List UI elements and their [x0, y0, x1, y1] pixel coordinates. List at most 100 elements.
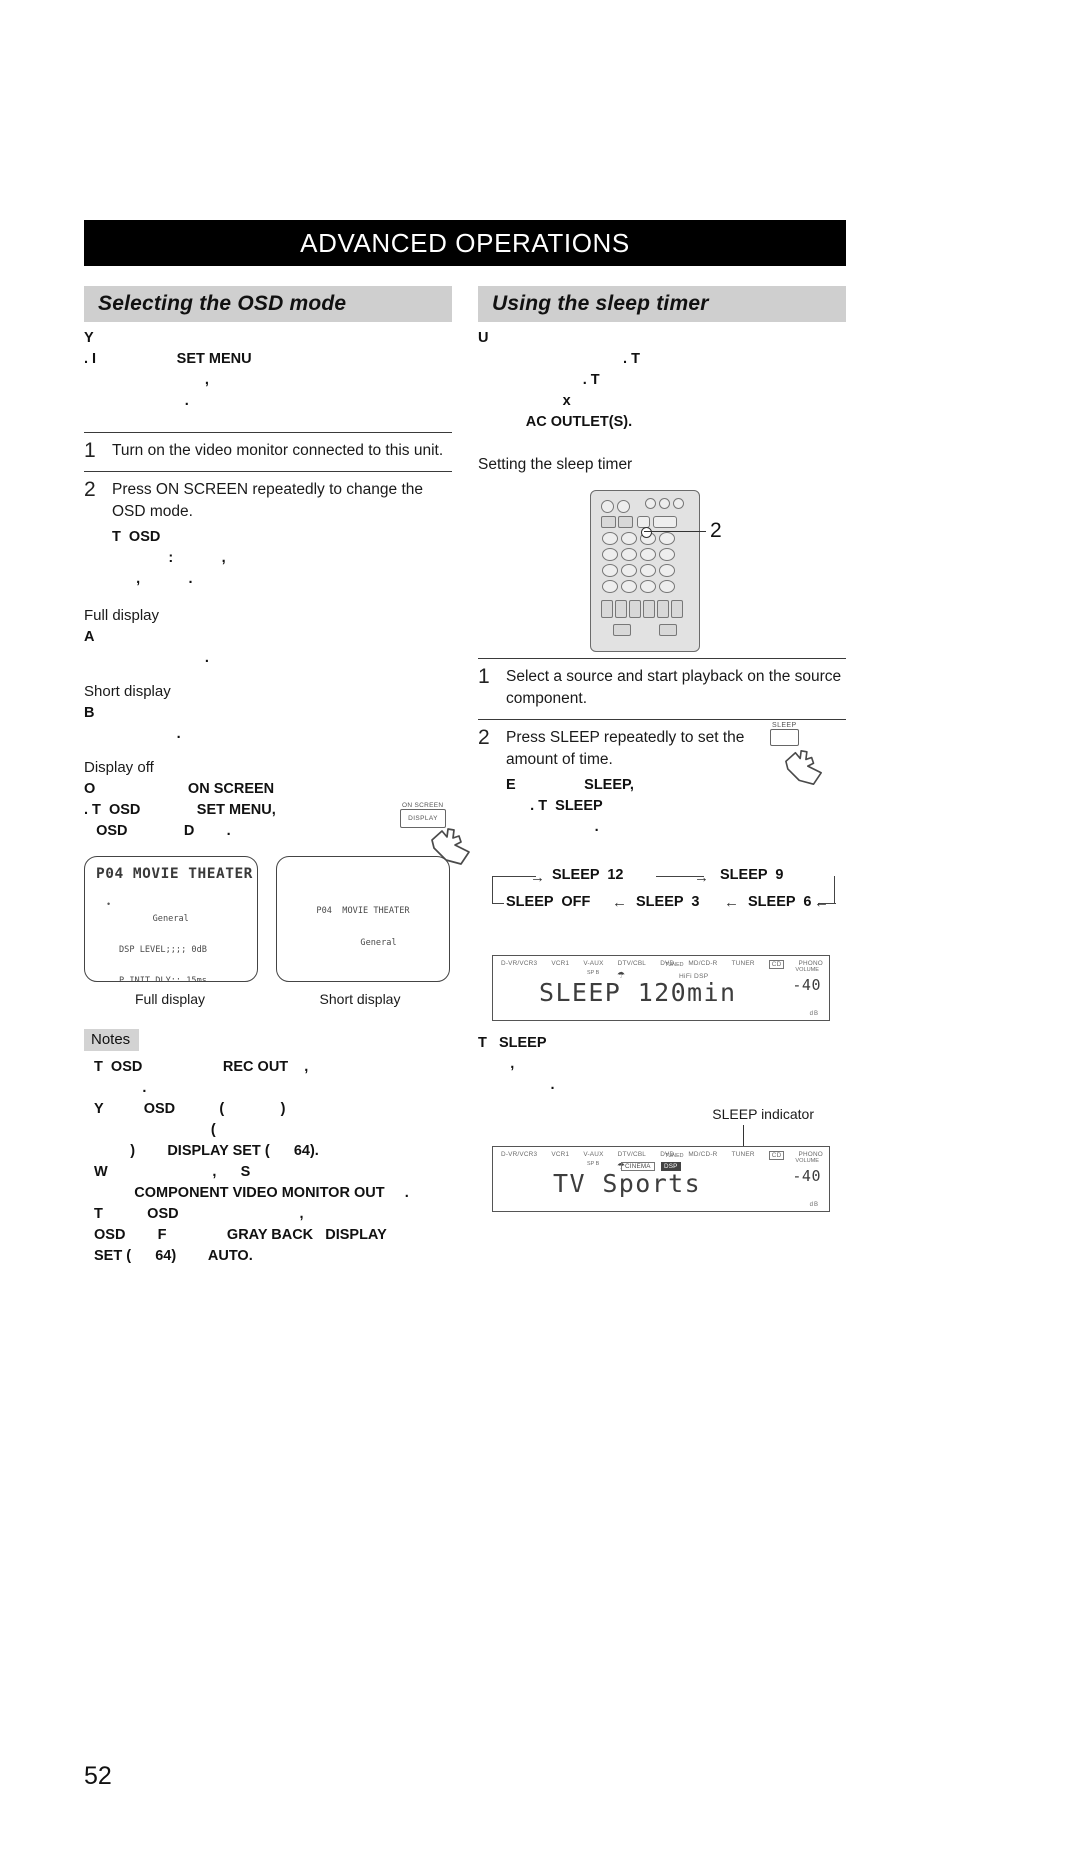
- on-screen-button-caption: ON SCREEN: [402, 802, 444, 809]
- after-fl-frag-1: ,: [478, 1056, 515, 1072]
- remote-button: [640, 548, 656, 561]
- left-step-1-number: 1: [84, 439, 96, 462]
- fl-source-7: CD: [768, 960, 785, 969]
- right-intro-line-2: . T: [478, 372, 600, 388]
- right-intro-line-1: . T: [478, 351, 640, 367]
- left-step-1-text: Turn on the video monitor connected to t…: [112, 442, 444, 459]
- note-line-2: Y OSD ( ): [94, 1101, 286, 1117]
- remote-button: [671, 600, 683, 618]
- right-intro-line-3: x: [478, 393, 571, 409]
- osd-short-line-1: General: [329, 938, 397, 949]
- fl-tv-sp-label: SP B: [587, 1161, 600, 1167]
- remote-button: [601, 516, 616, 528]
- fl-sleep-volume-label: VOLUME: [795, 967, 819, 973]
- fl-sleep-db-label: dB: [809, 1011, 819, 1017]
- remote-button: [659, 564, 675, 577]
- cycle-bottom-2: SLEEP 6: [748, 894, 812, 910]
- after-fl-frag-2: .: [478, 1077, 555, 1093]
- mode-full-frag-1: .: [84, 650, 209, 666]
- remote-button: [602, 548, 618, 561]
- fl-tv-volume-value: -40: [792, 1167, 821, 1185]
- remote-button: [601, 500, 614, 513]
- osd-full-row-1: DSP LEVEL;;;; 0dB: [119, 945, 207, 956]
- fl-source-3: DTV/CBL: [617, 960, 647, 967]
- left-intro: Y . I SET MENU , .: [84, 328, 456, 432]
- remote-button: [643, 600, 655, 618]
- note-line-1: .: [94, 1080, 147, 1096]
- fl-sleep-tuned-label: TUNED: [665, 962, 684, 968]
- right-intro-line-4: AC OUTLET(S).: [478, 414, 633, 430]
- fl-tv-source-0: D-VR/VCR3: [501, 1151, 538, 1158]
- osd-screen-full: P04 MOVIE THEATER • General DSP LEVEL;;;…: [84, 856, 258, 982]
- right-step-1-text: Select a source and start playback on th…: [506, 668, 842, 707]
- sleep-key-illustration: SLEEP: [766, 722, 844, 788]
- section-banner: ADVANCED OPERATIONS: [84, 220, 846, 266]
- after-fl-frag-0: T SLEEP: [478, 1035, 547, 1051]
- remote-button: [618, 516, 633, 528]
- fl-tv-volume-label: VOLUME: [795, 1158, 819, 1164]
- fl-sleep-source-labels: D-VR/VCR3 VCR1 V-AUX DTV/CBL DVD MD/CD-R…: [501, 960, 823, 969]
- right-column: U . T . T x AC OUTLET(S). Setting the sl…: [478, 328, 850, 1212]
- remote-button: [621, 548, 637, 561]
- fl-tv-main-text: TV Sports: [553, 1169, 702, 1198]
- sleep-key-box: [770, 729, 799, 746]
- sleep-cycle-diagram: → SLEEP 12 → SLEEP 9 SLEEP OFF ← SLEEP 3…: [478, 863, 850, 939]
- right-step-1-number: 1: [478, 665, 490, 688]
- fl-tv-source-6: TUNER: [731, 1151, 755, 1158]
- note-line-8: OSD F GRAY BACK DISPLAY: [94, 1227, 387, 1243]
- fl-source-5: MD/CD-R: [688, 960, 718, 967]
- fl-tv-db-label: dB: [809, 1202, 819, 1208]
- remote-button: [637, 516, 650, 528]
- fl-sleep-sp-label: SP B: [587, 970, 600, 976]
- right-heading-text: Using the sleep timer: [492, 292, 709, 315]
- right-step-2: 2 Press SLEEP repeatedly to set the amou…: [478, 720, 850, 847]
- remote-body: [590, 490, 700, 652]
- right-step-2-text: Press SLEEP repeatedly to set the amount…: [506, 729, 745, 768]
- osd-short-line-0: P04 MOVIE THEATER: [316, 906, 410, 917]
- fl-tv-tuned-label: TUNED: [665, 1153, 684, 1159]
- left-step2-frag-2: , .: [112, 571, 193, 587]
- fl-tv-source-2: V-AUX: [583, 1151, 604, 1158]
- fl-sleep-main-text: SLEEP 120min: [539, 978, 737, 1007]
- osd-screen-short: P04 MOVIE THEATER General: [276, 856, 450, 982]
- remote-button: [602, 564, 618, 577]
- cycle-top-0: SLEEP 12: [552, 867, 624, 883]
- left-step-1: 1 Turn on the video monitor connected to…: [84, 433, 456, 471]
- osd-short-lines: P04 MOVIE THEATER General: [277, 885, 449, 970]
- mode-short-display-label: Short display: [84, 683, 171, 700]
- osd-full-rows: General DSP LEVEL;;;; 0dB P.INIT.DLY;; 1…: [119, 893, 207, 981]
- remote-button: [621, 580, 637, 593]
- remote-button: [615, 600, 627, 618]
- left-heading-text: Selecting the OSD mode: [98, 292, 347, 315]
- mode-full-display: Full display A .: [84, 605, 456, 669]
- remote-button: [621, 564, 637, 577]
- left-step-2-number: 2: [84, 478, 96, 501]
- fl-tv-source-7: CD: [768, 1151, 785, 1160]
- note-line-7: T OSD ,: [94, 1206, 304, 1222]
- osd-screen-captions: Full display Short display: [84, 991, 456, 1007]
- remote-button: [659, 498, 670, 509]
- right-intro: U . T . T x AC OUTLET(S).: [478, 328, 850, 454]
- mode-display-off-label: Display off: [84, 759, 154, 776]
- remote-button: [657, 600, 669, 618]
- right-after-fl-fragments: T SLEEP , .: [478, 1033, 850, 1096]
- pointing-hand-icon: [785, 750, 822, 785]
- mode-short-display: Short display B .: [84, 681, 456, 745]
- left-intro-line-2: ,: [84, 372, 209, 388]
- remote-button: [659, 548, 675, 561]
- osd-full-row-0: General: [137, 913, 189, 924]
- right-step2-frag-0: E SLEEP,: [506, 777, 634, 793]
- fl-source-0: D-VR/VCR3: [501, 960, 538, 967]
- fl-source-2: V-AUX: [583, 960, 604, 967]
- cycle-bottom-0: SLEEP OFF: [506, 894, 591, 910]
- notes-list: T OSD REC OUT , . Y OSD ( ) ( ) DISPLAY …: [84, 1057, 456, 1267]
- fl-tv-source-3: DTV/CBL: [617, 1151, 647, 1158]
- left-intro-line-3: .: [84, 393, 189, 409]
- fl-tv-source-5: MD/CD-R: [688, 1151, 718, 1158]
- osd-full-title: P04 MOVIE THEATER: [96, 866, 253, 882]
- sleep-indicator-label: SLEEP indicator: [712, 1106, 814, 1122]
- fl-sleep-volume-value: -40: [792, 976, 821, 994]
- front-panel-display-tv: D-VR/VCR3 VCR1 V-AUX DTV/CBL DVD MD/CD-R…: [492, 1146, 830, 1212]
- setting-sleep-timer-subheading: Setting the sleep timer: [478, 456, 633, 473]
- right-step2-frag-2: . T SLEEP: [506, 798, 603, 814]
